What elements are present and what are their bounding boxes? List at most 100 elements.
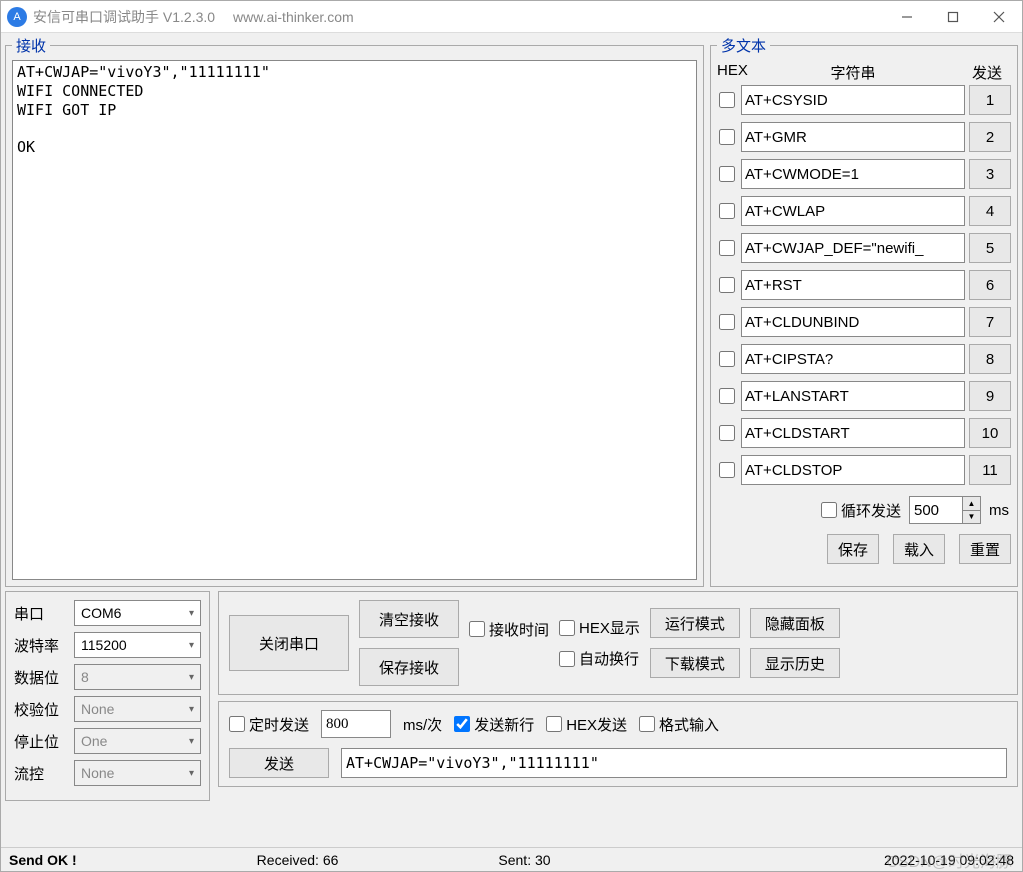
multi-save-button[interactable]: 保存 <box>827 534 879 564</box>
multi-hex-checkbox[interactable] <box>719 351 735 367</box>
maximize-button[interactable] <box>930 1 976 32</box>
close-button[interactable] <box>976 1 1022 32</box>
multi-send-button[interactable]: 10 <box>969 418 1011 448</box>
multi-send-button[interactable]: 3 <box>969 159 1011 189</box>
multi-header-send: 发送 <box>963 62 1011 83</box>
auto-wrap-checkbox[interactable]: 自动换行 <box>559 648 640 669</box>
multi-row: 8 <box>717 344 1011 374</box>
receive-panel: 接收 AT+CWJAP="vivoY3","11111111" WIFI CON… <box>5 35 704 587</box>
watermark-text: CSDN@时光海豚 <box>886 848 1012 872</box>
hex-send-checkbox[interactable]: HEX发送 <box>546 714 627 735</box>
send-newline-checkbox[interactable]: 发送新行 <box>454 714 534 735</box>
multi-hex-checkbox[interactable] <box>719 314 735 330</box>
control-panel: 关闭串口 清空接收 保存接收 接收时间 HEX显示 自动换行 运行模式 <box>218 591 1018 801</box>
multi-hex-checkbox[interactable] <box>719 240 735 256</box>
multi-command-input[interactable] <box>741 85 965 115</box>
port-label: 停止位 <box>14 731 74 752</box>
multi-send-button[interactable]: 11 <box>969 455 1011 485</box>
multi-send-button[interactable]: 6 <box>969 270 1011 300</box>
format-input-checkbox[interactable]: 格式输入 <box>639 714 719 735</box>
port-label: 数据位 <box>14 667 74 688</box>
multi-command-input[interactable] <box>741 381 965 411</box>
status-bar: Send OK ! Received: 66 Sent: 30 2022-10-… <box>1 847 1022 871</box>
send-input[interactable] <box>341 748 1007 778</box>
show-history-button[interactable]: 显示历史 <box>750 648 840 678</box>
multi-hex-checkbox[interactable] <box>719 129 735 145</box>
port-select[interactable]: COM6▾ <box>74 600 201 626</box>
multi-row: 4 <box>717 196 1011 226</box>
multi-hex-checkbox[interactable] <box>719 203 735 219</box>
chevron-down-icon: ▾ <box>189 672 194 683</box>
multi-command-input[interactable] <box>741 196 965 226</box>
receive-legend: 接收 <box>12 35 50 56</box>
hex-display-checkbox[interactable]: HEX显示 <box>559 617 640 638</box>
multi-hex-checkbox[interactable] <box>719 425 735 441</box>
port-select: One▾ <box>74 728 201 754</box>
multi-hex-checkbox[interactable] <box>719 462 735 478</box>
status-send-ok: Send OK ! <box>9 852 77 868</box>
multi-send-button[interactable]: 2 <box>969 122 1011 152</box>
port-label: 波特率 <box>14 635 74 656</box>
multi-send-button[interactable]: 1 <box>969 85 1011 115</box>
multi-command-input[interactable] <box>741 418 965 448</box>
multi-send-button[interactable]: 4 <box>969 196 1011 226</box>
multi-send-button[interactable]: 7 <box>969 307 1011 337</box>
multi-command-input[interactable] <box>741 307 965 337</box>
multi-command-input[interactable] <box>741 233 965 263</box>
loop-interval-input[interactable] <box>910 497 962 523</box>
multi-send-button[interactable]: 8 <box>969 344 1011 374</box>
port-select[interactable]: 115200▾ <box>74 632 201 658</box>
hide-panel-button[interactable]: 隐藏面板 <box>750 608 840 638</box>
multi-hex-checkbox[interactable] <box>719 166 735 182</box>
multi-send-button[interactable]: 5 <box>969 233 1011 263</box>
timed-send-checkbox[interactable]: 定时发送 <box>229 714 309 735</box>
loop-unit: ms <box>989 502 1009 519</box>
multi-hex-checkbox[interactable] <box>719 92 735 108</box>
status-sent: Sent: 30 <box>498 852 550 868</box>
spin-down-icon[interactable]: ▼ <box>962 511 980 524</box>
close-port-button[interactable]: 关闭串口 <box>229 615 349 671</box>
spin-up-icon[interactable]: ▲ <box>962 497 980 511</box>
send-button[interactable]: 发送 <box>229 748 329 778</box>
multi-command-input[interactable] <box>741 344 965 374</box>
multi-row: 7 <box>717 307 1011 337</box>
port-settings-panel: 串口COM6▾波特率115200▾数据位8▾校验位None▾停止位One▾流控N… <box>5 591 210 801</box>
chevron-down-icon: ▾ <box>189 608 194 619</box>
multi-command-input[interactable] <box>741 122 965 152</box>
receive-time-checkbox[interactable]: 接收时间 <box>469 619 549 640</box>
multi-send-button[interactable]: 9 <box>969 381 1011 411</box>
loop-interval-spinner[interactable]: ▲▼ <box>909 496 981 524</box>
port-setting-row: 校验位None▾ <box>14 696 201 722</box>
multi-load-button[interactable]: 载入 <box>893 534 945 564</box>
multi-command-input[interactable] <box>741 159 965 189</box>
run-mode-button[interactable]: 运行模式 <box>650 608 740 638</box>
port-label: 串口 <box>14 603 74 624</box>
download-mode-button[interactable]: 下载模式 <box>650 648 740 678</box>
multi-command-input[interactable] <box>741 270 965 300</box>
multi-row: 11 <box>717 455 1011 485</box>
multi-hex-checkbox[interactable] <box>719 388 735 404</box>
receive-textarea[interactable]: AT+CWJAP="vivoY3","11111111" WIFI CONNEC… <box>12 60 697 580</box>
multi-row: 6 <box>717 270 1011 300</box>
app-window: A 安信可串口调试助手 V1.2.3.0 www.ai-thinker.com … <box>0 0 1023 872</box>
minimize-button[interactable] <box>884 1 930 32</box>
chevron-down-icon: ▾ <box>189 736 194 747</box>
save-receive-button[interactable]: 保存接收 <box>359 648 459 686</box>
status-received: Received: 66 <box>257 852 339 868</box>
multi-reset-button[interactable]: 重置 <box>959 534 1011 564</box>
chevron-down-icon: ▾ <box>189 768 194 779</box>
send-panel: 定时发送 ms/次 发送新行 HEX发送 格式输入 发送 <box>218 701 1018 787</box>
app-url: www.ai-thinker.com <box>233 9 354 25</box>
clear-receive-button[interactable]: 清空接收 <box>359 600 459 638</box>
multi-command-input[interactable] <box>741 455 965 485</box>
multi-header-hex: HEX <box>717 62 743 83</box>
multi-row: 10 <box>717 418 1011 448</box>
port-setting-row: 停止位One▾ <box>14 728 201 754</box>
send-interval-input[interactable] <box>321 710 391 738</box>
port-setting-row: 串口COM6▾ <box>14 600 201 626</box>
port-setting-row: 流控None▾ <box>14 760 201 786</box>
send-interval-unit: ms/次 <box>403 714 442 735</box>
app-icon: A <box>7 7 27 27</box>
multi-hex-checkbox[interactable] <box>719 277 735 293</box>
loop-send-checkbox[interactable]: 循环发送 <box>821 500 901 521</box>
